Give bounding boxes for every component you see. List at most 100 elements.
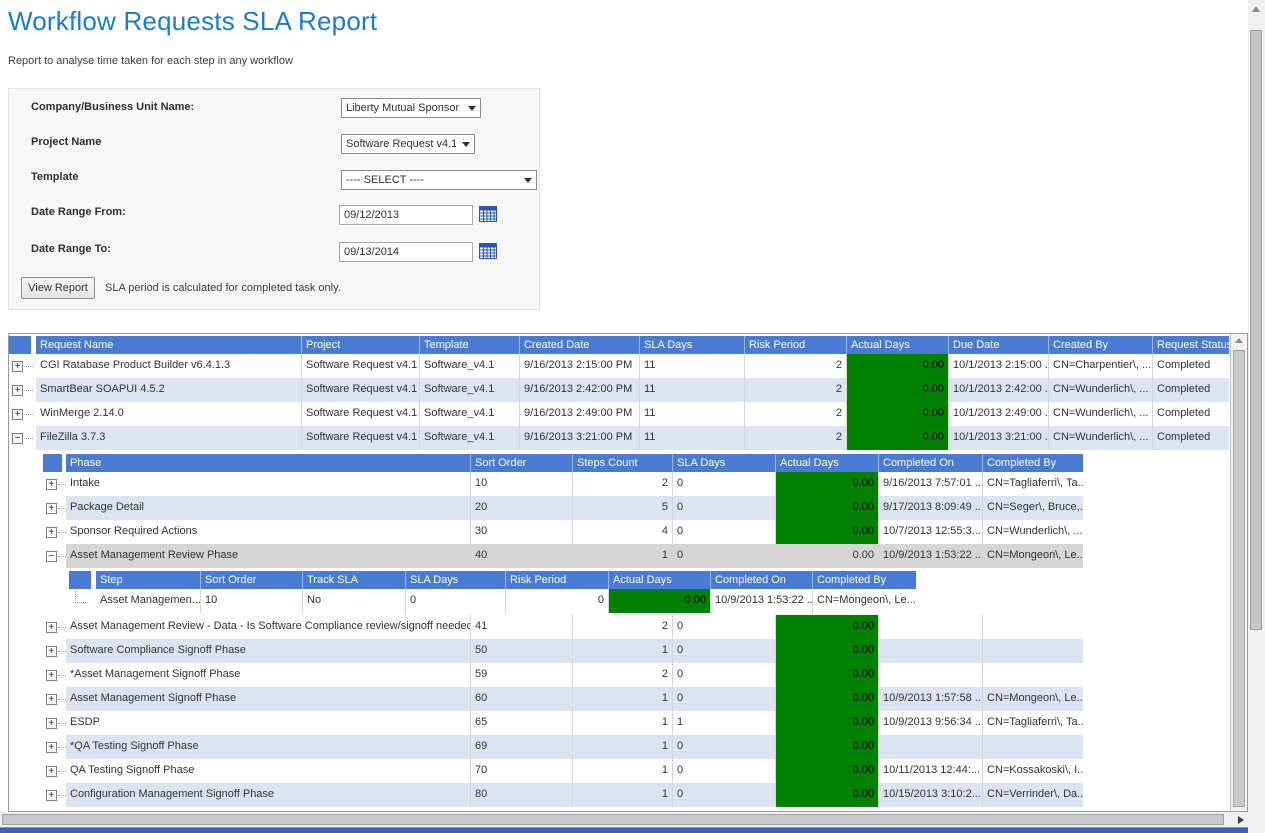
request-row[interactable]: + SmartBear SOAPUI 4.5.2 Software Reques… xyxy=(9,378,1230,402)
view-report-button[interactable]: View Report xyxy=(21,277,95,299)
expand-icon[interactable]: + xyxy=(12,385,23,396)
collapse-icon[interactable]: − xyxy=(12,433,23,444)
collapse-icon[interactable]: − xyxy=(46,551,57,562)
column-header-sla-days[interactable]: SLA Days xyxy=(673,454,776,472)
column-header-sort-order[interactable]: Sort Order xyxy=(201,571,303,589)
phase-row[interactable]: + QA Testing Signoff Phase 70 1 0 0.00 1… xyxy=(43,759,1230,783)
column-header-created-by[interactable]: Created By xyxy=(1049,336,1153,354)
expand-icon[interactable]: + xyxy=(46,766,57,777)
row-expander[interactable]: + xyxy=(43,639,66,663)
scroll-up-icon[interactable] xyxy=(1252,6,1260,12)
cell-completed-by xyxy=(983,663,1083,687)
phase-row[interactable]: + *QA Testing Signoff Phase 69 1 0 0.00 xyxy=(43,735,1230,759)
column-header-project[interactable]: Project xyxy=(302,336,420,354)
column-header-track-sla[interactable]: Track SLA xyxy=(303,571,406,589)
row-expander[interactable]: + xyxy=(43,520,66,544)
phase-row[interactable]: + Asset Management Signoff Phase 60 1 0 … xyxy=(43,687,1230,711)
phase-row[interactable]: + ESDP 65 1 1 0.00 10/9/2013 9:56:34 ...… xyxy=(43,711,1230,735)
template-select[interactable]: ---- SELECT ---- xyxy=(341,170,537,190)
scroll-up-icon[interactable] xyxy=(1235,338,1243,343)
column-header-actual-days[interactable]: Actual Days xyxy=(609,571,711,589)
calendar-icon[interactable] xyxy=(479,205,497,222)
column-header-completed-on[interactable]: Completed On xyxy=(711,571,813,589)
column-header-actual-days[interactable]: Actual Days xyxy=(776,454,879,472)
expand-icon[interactable]: + xyxy=(46,718,57,729)
phase-row[interactable]: + Sponsor Required Actions 30 4 0 0.00 1… xyxy=(43,520,1230,544)
chevron-down-icon xyxy=(524,178,532,183)
grid-scrollbar-thumb[interactable] xyxy=(1233,350,1245,807)
phase-row[interactable]: + Software Compliance Signoff Phase 50 1… xyxy=(43,639,1230,663)
cell-steps-count: 1 xyxy=(573,735,673,759)
column-header-sla-days[interactable]: SLA Days xyxy=(406,571,506,589)
row-expander[interactable]: + xyxy=(43,472,66,496)
phase-row[interactable]: + Configuration Management Signoff Phase… xyxy=(43,783,1230,807)
column-header-risk-period[interactable]: Risk Period xyxy=(745,336,847,354)
expand-icon[interactable]: + xyxy=(12,361,23,372)
column-header-completed-by[interactable]: Completed By xyxy=(983,454,1083,472)
vertical-scrollbar[interactable] xyxy=(1248,0,1265,833)
vertical-scrollbar-thumb[interactable] xyxy=(1250,30,1262,630)
grid-vertical-scrollbar[interactable] xyxy=(1230,334,1247,811)
column-header-completed-by[interactable]: Completed By xyxy=(813,571,916,589)
phase-row-selected[interactable]: − Asset Management Review Phase 40 1 0 0… xyxy=(43,544,1230,568)
expand-icon[interactable]: + xyxy=(12,409,23,420)
expand-icon[interactable]: + xyxy=(46,646,57,657)
column-header-sort-order[interactable]: Sort Order xyxy=(471,454,573,472)
row-expander[interactable]: − xyxy=(9,426,36,450)
row-expander[interactable]: + xyxy=(9,378,36,402)
phase-row[interactable]: + *Asset Management Signoff Phase 59 2 0… xyxy=(43,663,1230,687)
column-header-sla-days[interactable]: SLA Days xyxy=(640,336,745,354)
row-expander[interactable]: + xyxy=(43,711,66,735)
project-select[interactable]: Software Request v4.1 xyxy=(341,134,475,154)
request-row[interactable]: + WinMerge 2.14.0 Software Request v4.1 … xyxy=(9,402,1230,426)
expand-icon[interactable]: + xyxy=(46,622,57,633)
cell-sla-days: 0 xyxy=(673,615,776,639)
expand-icon[interactable]: + xyxy=(46,742,57,753)
row-expander[interactable]: + xyxy=(43,496,66,520)
date-from-input[interactable]: 09/12/2013 xyxy=(339,205,473,225)
row-expander[interactable]: + xyxy=(43,759,66,783)
page-subtitle: Report to analyse time taken for each st… xyxy=(8,55,293,67)
request-row[interactable]: + CGI Ratabase Product Builder v6.4.1.3 … xyxy=(9,354,1230,378)
request-row-expanded[interactable]: − FileZilla 3.7.3 Software Request v4.1 … xyxy=(9,426,1230,450)
cell-steps-count: 5 xyxy=(573,496,673,520)
column-header-completed-on[interactable]: Completed On xyxy=(879,454,983,472)
column-header-steps-count[interactable]: Steps Count xyxy=(573,454,673,472)
row-expander[interactable]: + xyxy=(9,402,36,426)
expand-icon[interactable]: + xyxy=(46,527,57,538)
expand-icon[interactable]: + xyxy=(46,790,57,801)
cell-due-date: 10/1/2013 3:21:00 ... xyxy=(949,426,1049,450)
company-label: Company/Business Unit Name: xyxy=(31,101,194,113)
phase-row[interactable]: + Asset Management Review - Data - Is So… xyxy=(43,615,1230,639)
expand-icon[interactable]: + xyxy=(46,503,57,514)
row-expander[interactable]: + xyxy=(43,663,66,687)
row-expander[interactable]: + xyxy=(43,687,66,711)
row-expander[interactable]: + xyxy=(9,354,36,378)
column-header-request-name[interactable]: Request Name xyxy=(36,336,302,354)
column-header-actual-days[interactable]: Actual Days xyxy=(847,336,949,354)
cell-actual-days: 0.00 xyxy=(847,426,949,450)
phase-row[interactable]: + Package Detail 20 5 0 0.00 9/17/2013 8… xyxy=(43,496,1230,520)
date-to-input[interactable]: 09/13/2014 xyxy=(339,242,473,262)
calendar-icon[interactable] xyxy=(479,242,497,259)
expand-icon[interactable]: + xyxy=(46,670,57,681)
column-header-request-status[interactable]: Request Status xyxy=(1153,336,1229,354)
column-header-due-date[interactable]: Due Date xyxy=(949,336,1049,354)
row-expander[interactable]: + xyxy=(43,615,66,639)
scroll-right-icon[interactable] xyxy=(1238,816,1244,824)
horizontal-scrollbar-thumb[interactable] xyxy=(2,814,1224,825)
column-header-created-date[interactable]: Created Date xyxy=(520,336,640,354)
column-header-step[interactable]: Step xyxy=(96,571,201,589)
expand-icon[interactable]: + xyxy=(46,479,57,490)
column-header-risk-period[interactable]: Risk Period xyxy=(506,571,609,589)
row-expander[interactable]: + xyxy=(43,735,66,759)
column-header-template[interactable]: Template xyxy=(420,336,520,354)
step-row[interactable]: Asset Managemen... 10 No 0 0 0.00 10/9/2… xyxy=(69,589,1230,613)
row-expander[interactable]: + xyxy=(43,783,66,807)
horizontal-scrollbar[interactable] xyxy=(0,812,1248,827)
column-header-phase[interactable]: Phase xyxy=(66,454,471,472)
company-select[interactable]: Liberty Mutual Sponsor xyxy=(341,98,481,118)
expand-icon[interactable]: + xyxy=(46,694,57,705)
phase-row[interactable]: + Intake 10 2 0 0.00 9/16/2013 7:57:01 .… xyxy=(43,472,1230,496)
row-expander[interactable]: − xyxy=(43,544,66,568)
